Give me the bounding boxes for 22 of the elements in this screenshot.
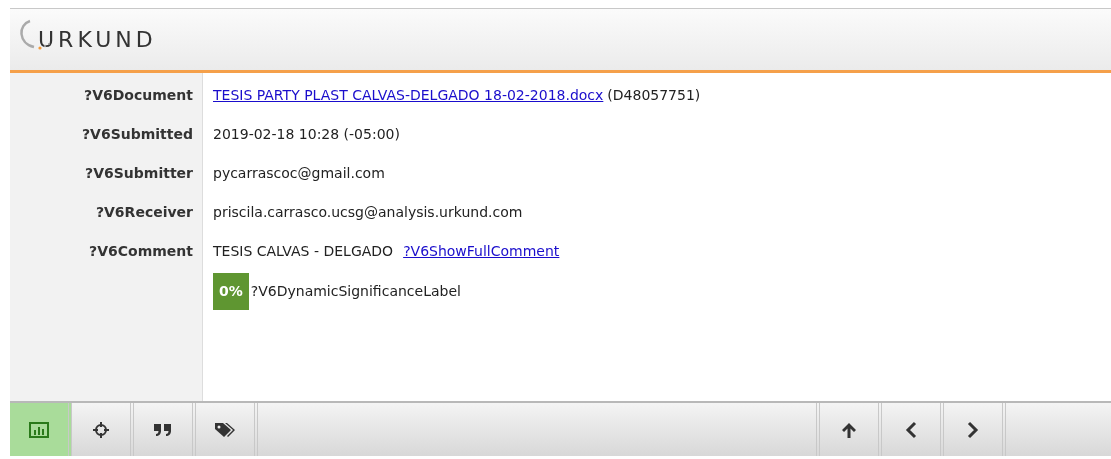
- logo-text: URKUND: [38, 26, 157, 54]
- field-label: ?V6Document: [84, 86, 193, 105]
- crosshair-icon: [92, 420, 110, 439]
- field-value: pycarrascoc@gmail.com: [213, 164, 385, 183]
- quote-icon: [153, 422, 173, 437]
- field-label: ?V6Comment: [89, 242, 193, 261]
- field-value: (D48057751): [607, 86, 701, 105]
- significance-badge: 0%: [213, 273, 249, 310]
- field-value: 2019-02-18 10:28 (-05:00): [213, 125, 400, 144]
- field-label: ?V6Receiver: [95, 203, 193, 222]
- up-arrow-icon: [840, 420, 858, 439]
- chevron-left-icon: [904, 420, 918, 439]
- bar-chart-icon: [29, 421, 49, 438]
- tags-icon: [214, 421, 236, 438]
- field-label: ?V6Submitted: [81, 125, 193, 144]
- link[interactable]: ?V6ShowFullComment: [403, 241, 560, 261]
- field-value: priscila.carrasco.ucsg@analysis.urkund.com: [213, 203, 523, 222]
- significance-label: ?V6DynamicSignificanceLabel: [250, 282, 461, 301]
- chevron-right-icon: [966, 420, 980, 439]
- link[interactable]: TESIS PARTY PLAST CALVAS-DELGADO 18-02-2018.docx: [213, 85, 604, 105]
- field-value: TESIS CALVAS - DELGADO: [213, 242, 394, 261]
- field-label: ?V6Submitter: [85, 164, 193, 183]
